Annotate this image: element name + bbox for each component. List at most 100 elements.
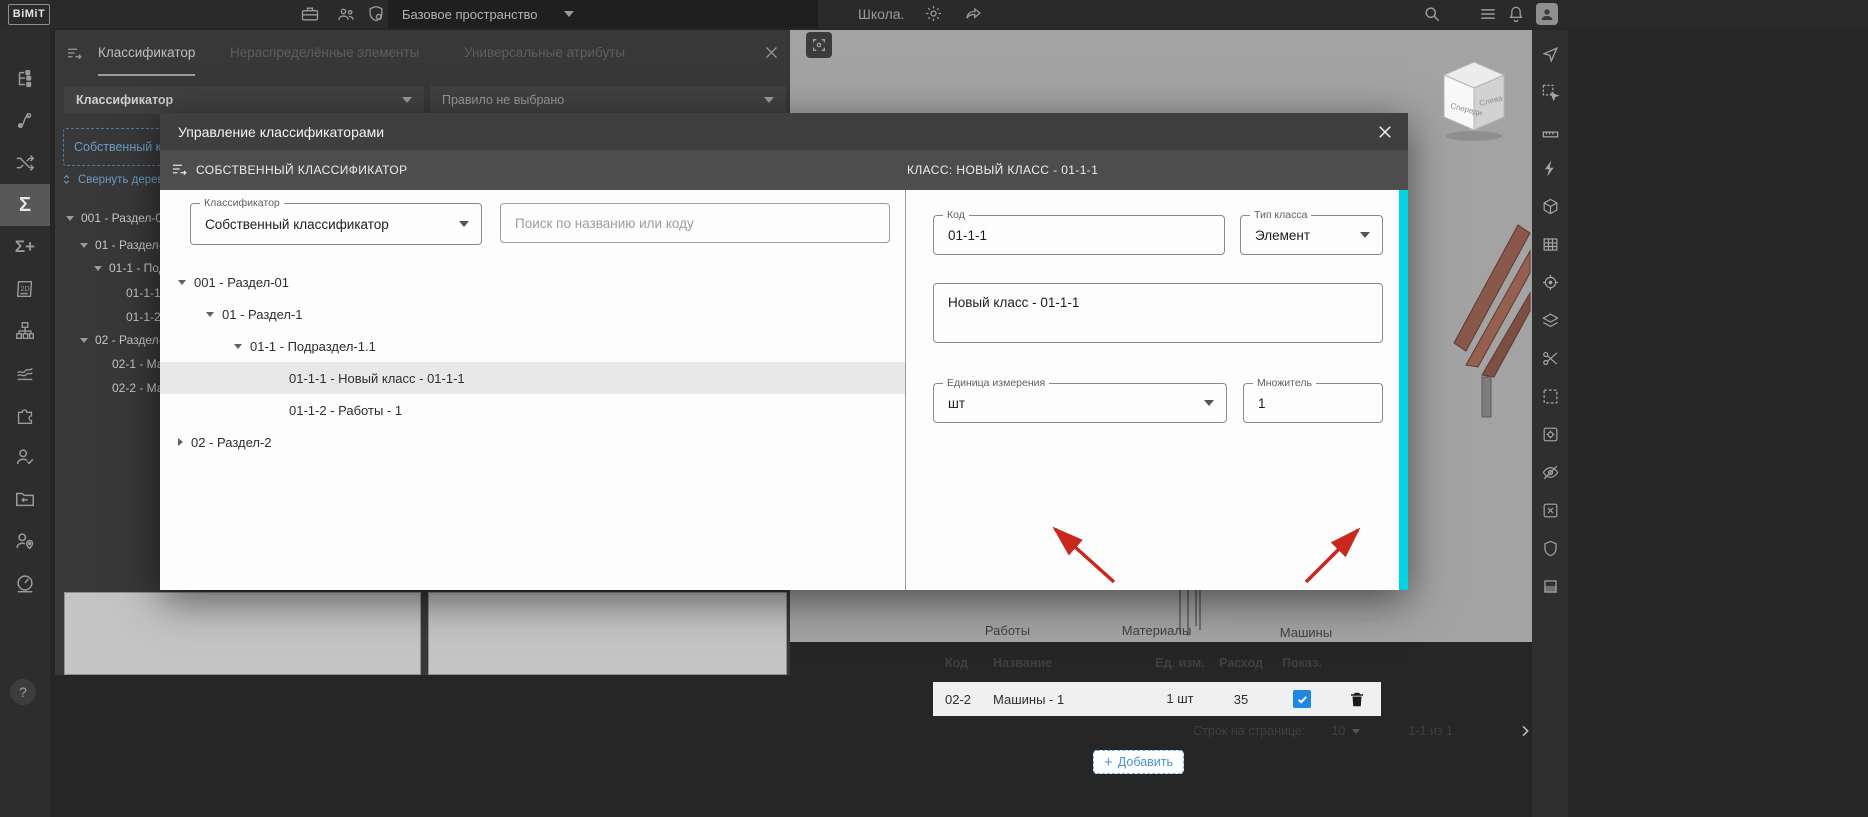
caret-down-icon	[94, 265, 102, 271]
classifier-dropdown[interactable]: Классификатор	[64, 86, 424, 114]
chevron-down-icon	[764, 97, 774, 103]
own-classifier-section-header: СОБСТВЕННЫЙ КЛАССИФИКАТОР	[196, 163, 408, 177]
ruler-icon[interactable]	[1532, 112, 1568, 148]
unit-select[interactable]: Единица измерения шт	[933, 377, 1227, 423]
briefcase-icon[interactable]	[300, 4, 320, 24]
top-bar: BiMiT Базовое пространство Школа.	[0, 0, 1868, 28]
tab-materials[interactable]: Материалы	[1082, 618, 1231, 644]
team-icon[interactable]	[336, 4, 356, 24]
tree-item[interactable]: 01 - Раздел-1	[160, 298, 905, 330]
project-title: Школа.	[858, 6, 905, 22]
shield-icon[interactable]	[1532, 530, 1568, 566]
caret-down-icon	[80, 242, 88, 248]
close-square-icon[interactable]	[1532, 492, 1568, 528]
filter-list-icon[interactable]	[65, 44, 83, 62]
chevron-down-icon	[563, 11, 574, 17]
plus-icon: +	[1104, 753, 1113, 771]
eye-off-icon[interactable]	[1532, 454, 1568, 490]
tab-classifier[interactable]: Классификатор	[98, 30, 196, 76]
show-checkbox[interactable]	[1293, 690, 1311, 708]
sheet-2d-icon[interactable]: 2D	[0, 268, 50, 310]
classifier-select[interactable]: Классификатор Собственный классификатор	[190, 197, 482, 245]
search-input[interactable]	[500, 203, 890, 243]
right-toolbar	[1532, 30, 1568, 817]
user-location-icon[interactable]	[0, 520, 50, 562]
tree-item[interactable]: 01-1 - Подраздел-1.1	[160, 330, 905, 362]
expand-viewport-icon[interactable]	[806, 32, 832, 58]
tree-item[interactable]: 02 - Раздел-2	[160, 426, 905, 458]
delete-row-icon[interactable]	[1348, 690, 1366, 709]
user-avatar[interactable]	[1536, 3, 1558, 25]
tab-unallocated-elements[interactable]: Нераспределённые элементы	[230, 30, 419, 76]
svg-text:2D: 2D	[20, 284, 29, 293]
close-icon[interactable]	[763, 44, 780, 61]
class-type-select[interactable]: Тип класса Элемент	[1240, 209, 1383, 255]
add-button[interactable]: + Добавить	[1093, 750, 1185, 774]
page-range: 1-1 из 1	[1408, 724, 1453, 738]
clip-plane-icon[interactable]	[1532, 568, 1568, 604]
grid-icon[interactable]	[1532, 226, 1568, 262]
shield-check-icon[interactable]	[366, 4, 386, 24]
trend-chart-icon[interactable]	[0, 352, 50, 394]
col-header-unit: Ед. изм.	[1155, 655, 1205, 670]
org-chart-icon[interactable]	[0, 310, 50, 352]
gauge-icon[interactable]	[0, 562, 50, 604]
scissors-icon[interactable]	[1532, 340, 1568, 376]
puzzle-icon[interactable]	[0, 394, 50, 436]
tab-works[interactable]: Работы	[933, 618, 1082, 644]
class-name-field[interactable]: Новый класс - 01-1-1	[933, 283, 1383, 343]
target-icon[interactable]	[1532, 264, 1568, 300]
vertical-scrollbar[interactable]	[1399, 190, 1408, 590]
filter-list-icon[interactable]	[170, 160, 188, 178]
tree-item[interactable]: 01 - Раздел-1	[80, 235, 169, 255]
next-page-icon[interactable]	[1517, 723, 1533, 739]
list-icon[interactable]	[1478, 4, 1498, 24]
folder-export-icon[interactable]	[0, 478, 50, 520]
search-icon[interactable]	[1422, 4, 1442, 24]
navigate-arrow-icon[interactable]	[1532, 36, 1568, 72]
rule-dropdown[interactable]: Правило не выбрано	[430, 86, 786, 114]
navigation-cube[interactable]: Спереди Слева	[1435, 56, 1513, 144]
ghost-frame-icon[interactable]	[1532, 378, 1568, 414]
code-field[interactable]: Код 01-1-1	[933, 209, 1225, 255]
gear-icon[interactable]	[924, 4, 944, 24]
chevron-down-icon	[1352, 728, 1361, 734]
rows-per-page-select[interactable]: 10	[1331, 724, 1361, 738]
sum-icon[interactable]: Σ	[0, 184, 50, 226]
tree-structure-icon[interactable]	[0, 58, 50, 100]
user-check-icon[interactable]	[0, 436, 50, 478]
box-settings-icon[interactable]	[1532, 416, 1568, 452]
layers-icon[interactable]	[1532, 302, 1568, 338]
tab-universal-attributes[interactable]: Универсальные атрибуты	[464, 30, 625, 76]
help-button[interactable]: ?	[10, 679, 36, 705]
tree-item-selected[interactable]: 01-1-1 - Новый класс - 01-1-1	[160, 362, 905, 394]
sum-add-icon[interactable]: Σ+	[0, 226, 50, 268]
multiplier-field[interactable]: Множитель 1	[1243, 377, 1383, 423]
col-header-consumption: Расход	[1219, 656, 1263, 670]
pane-divider	[905, 190, 906, 590]
cell-consumption: 35	[1233, 691, 1249, 707]
shuffle-icon[interactable]	[0, 142, 50, 184]
tree-item[interactable]: 001 - Раздел-01	[160, 266, 905, 298]
tree-item[interactable]: 02 - Раздел-2	[80, 330, 169, 350]
dialog-title: Управление классификаторами	[178, 123, 385, 140]
collapse-tree-button[interactable]: Свернуть дерево	[61, 173, 170, 186]
workspace-selector[interactable]: Базовое пространство	[388, 0, 818, 28]
app-logo: BiMiT	[8, 4, 50, 25]
section-box-icon[interactable]	[1532, 188, 1568, 224]
lightning-icon[interactable]	[1532, 150, 1568, 186]
selection-path-icon[interactable]	[0, 100, 50, 142]
tab-machines[interactable]: Машины	[1231, 618, 1381, 644]
classifier-management-dialog: Управление классификаторами СОБСТВЕННЫЙ …	[160, 113, 1529, 774]
caret-down-icon	[178, 279, 186, 285]
share-icon[interactable]	[964, 4, 984, 24]
close-dialog-icon[interactable]	[1374, 121, 1396, 143]
tree-item[interactable]: 001 - Раздел-01	[66, 208, 169, 228]
select-frame-icon[interactable]	[1532, 74, 1568, 110]
chevron-down-icon	[1360, 232, 1370, 238]
cell-name: Машины - 1	[993, 691, 1065, 707]
table-row[interactable]: 02-2 Машины - 1 1 шт 35	[933, 682, 1381, 716]
tree-item[interactable]: 01-1-2 - Работы - 1	[160, 394, 905, 426]
dialog-subheader: СОБСТВЕННЫЙ КЛАССИФИКАТОР КЛАСС: НОВЫЙ К…	[160, 150, 1408, 190]
bell-icon[interactable]	[1506, 4, 1526, 24]
